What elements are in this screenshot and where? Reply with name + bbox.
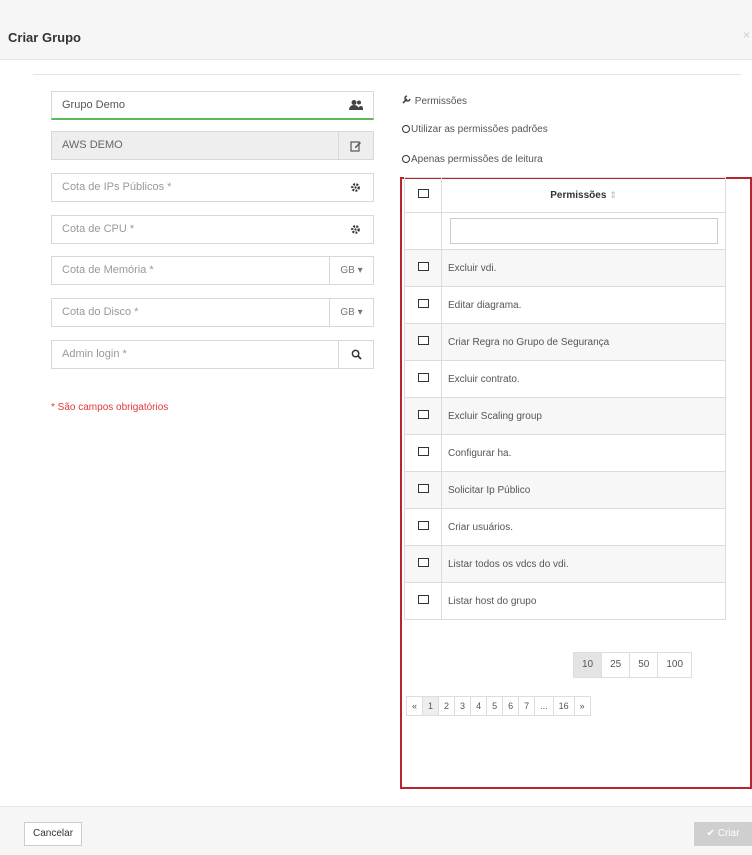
row-checkbox[interactable]	[417, 558, 429, 567]
table-row[interactable]: Editar diagrama.	[404, 286, 726, 324]
permissions-column-header[interactable]: Permissões ⇕	[441, 177, 726, 213]
table-row[interactable]: Configurar ha.	[404, 434, 726, 472]
table-row[interactable]: Excluir Scaling group	[404, 397, 726, 435]
table-row[interactable]: Excluir contrato.	[404, 360, 726, 398]
edit-icon[interactable]	[338, 132, 373, 159]
page-size-option[interactable]: 50	[629, 652, 659, 678]
admin-login-input[interactable]: Admin login *	[52, 341, 338, 368]
table-row[interactable]: Listar host do grupo	[404, 582, 726, 620]
group-icon	[338, 92, 373, 118]
required-fields-note: * São campos obrigatórios	[51, 402, 169, 413]
page-link[interactable]: 1	[422, 696, 440, 716]
row-checkbox[interactable]	[417, 262, 429, 271]
row-checkbox[interactable]	[417, 336, 429, 345]
page-link[interactable]: «	[406, 696, 424, 716]
modal-footer	[0, 806, 752, 855]
row-checkbox[interactable]	[417, 410, 429, 419]
permission-label: Listar host do grupo	[441, 582, 726, 620]
permission-label: Excluir contrato.	[441, 360, 726, 398]
row-checkbox[interactable]	[417, 447, 429, 456]
memory-unit-dropdown[interactable]: GB ▾	[329, 257, 373, 284]
page-link[interactable]: 6	[502, 696, 520, 716]
modal-header: Criar Grupo ×	[0, 0, 752, 60]
permission-label: Criar Regra no Grupo de Segurança	[441, 323, 726, 361]
memory-quota-field[interactable]: Cota de Memória * GB ▾	[51, 256, 374, 285]
group-name-field[interactable]: Grupo Demo	[51, 91, 374, 120]
permission-label: Solicitar Ip Público	[441, 471, 726, 509]
select-all-cell	[404, 177, 442, 213]
table-row[interactable]: Criar usuários.	[404, 508, 726, 546]
modal-title: Criar Grupo	[8, 30, 81, 45]
disk-unit-dropdown[interactable]: GB ▾	[329, 299, 373, 326]
row-checkbox[interactable]	[417, 299, 429, 308]
page-link[interactable]: 4	[470, 696, 488, 716]
sort-icon: ⇕	[609, 189, 617, 200]
page-link[interactable]: 5	[486, 696, 504, 716]
divider	[33, 74, 741, 75]
account-field: AWS DEMO	[51, 131, 374, 160]
permission-label: Excluir vdi.	[441, 249, 726, 287]
gear-icon	[338, 174, 373, 201]
radio-icon[interactable]	[402, 125, 410, 133]
permissions-heading: Permissões	[402, 94, 467, 107]
admin-login-field[interactable]: Admin login *	[51, 340, 374, 369]
permission-label: Configurar ha.	[441, 434, 726, 472]
wrench-icon	[402, 95, 415, 107]
permission-label: Editar diagrama.	[441, 286, 726, 324]
radio-readonly-permissions[interactable]: Apenas permissões de leitura	[402, 154, 543, 165]
table-row[interactable]: Solicitar Ip Público	[404, 471, 726, 509]
table-row[interactable]: Listar todos os vdcs do vdi.	[404, 545, 726, 583]
close-icon[interactable]: ×	[743, 28, 750, 42]
memory-quota-input[interactable]: Cota de Memória *	[52, 257, 329, 284]
permissions-title: Permissões	[414, 96, 468, 107]
cpu-quota-field[interactable]: Cota de CPU *	[51, 215, 374, 244]
row-checkbox[interactable]	[417, 484, 429, 493]
table-row[interactable]: Excluir vdi.	[404, 249, 726, 287]
radio-icon[interactable]	[402, 155, 410, 163]
search-cell	[441, 212, 726, 250]
page-size-option[interactable]: 100	[657, 652, 693, 678]
group-name-value[interactable]: Grupo Demo	[52, 92, 338, 118]
select-all-checkbox[interactable]	[417, 189, 429, 198]
account-value: AWS DEMO	[62, 139, 123, 151]
page-link[interactable]: 3	[454, 696, 472, 716]
page-link[interactable]: 7	[518, 696, 536, 716]
radio-default-label: Utilizar as permissões padrões	[411, 124, 548, 135]
search-icon[interactable]	[338, 341, 373, 368]
permission-label: Excluir Scaling group	[441, 397, 726, 435]
page-size-selector: 10 25 50 100	[573, 652, 693, 678]
gear-icon	[338, 216, 373, 243]
permissions-search-input[interactable]	[450, 218, 718, 244]
row-checkbox[interactable]	[417, 373, 429, 382]
cancel-button[interactable]: Cancelar	[24, 822, 83, 846]
permission-label: Listar todos os vdcs do vdi.	[441, 545, 726, 583]
radio-default-permissions[interactable]: Utilizar as permissões padrões	[402, 124, 548, 135]
page-link[interactable]: 16	[552, 696, 575, 716]
permission-label: Criar usuários.	[441, 508, 726, 546]
disk-quota-field[interactable]: Cota do Disco * GB ▾	[51, 298, 374, 327]
public-ip-quota-field[interactable]: Cota de IPs Públicos *	[51, 173, 374, 202]
pagination: «1 2 3 4 5 6 7... 16»	[406, 696, 591, 716]
create-button[interactable]: ✔ Criar	[694, 822, 752, 846]
page-link[interactable]: 2	[438, 696, 456, 716]
page-link[interactable]: ...	[534, 696, 554, 716]
page-size-option[interactable]: 25	[601, 652, 631, 678]
disk-quota-input[interactable]: Cota do Disco *	[52, 299, 329, 326]
radio-readonly-label: Apenas permissões de leitura	[411, 154, 543, 165]
row-checkbox[interactable]	[417, 595, 429, 604]
cpu-quota-input[interactable]: Cota de CPU *	[52, 216, 338, 243]
row-checkbox[interactable]	[417, 521, 429, 530]
table-row[interactable]: Criar Regra no Grupo de Segurança	[404, 323, 726, 361]
public-ip-quota-input[interactable]: Cota de IPs Públicos *	[52, 174, 338, 201]
page-size-option[interactable]: 10	[573, 652, 603, 678]
page-link[interactable]: »	[573, 696, 591, 716]
permissions-table: Permissões ⇕ Excluir vdi. Editar diagrama…	[404, 177, 726, 620]
